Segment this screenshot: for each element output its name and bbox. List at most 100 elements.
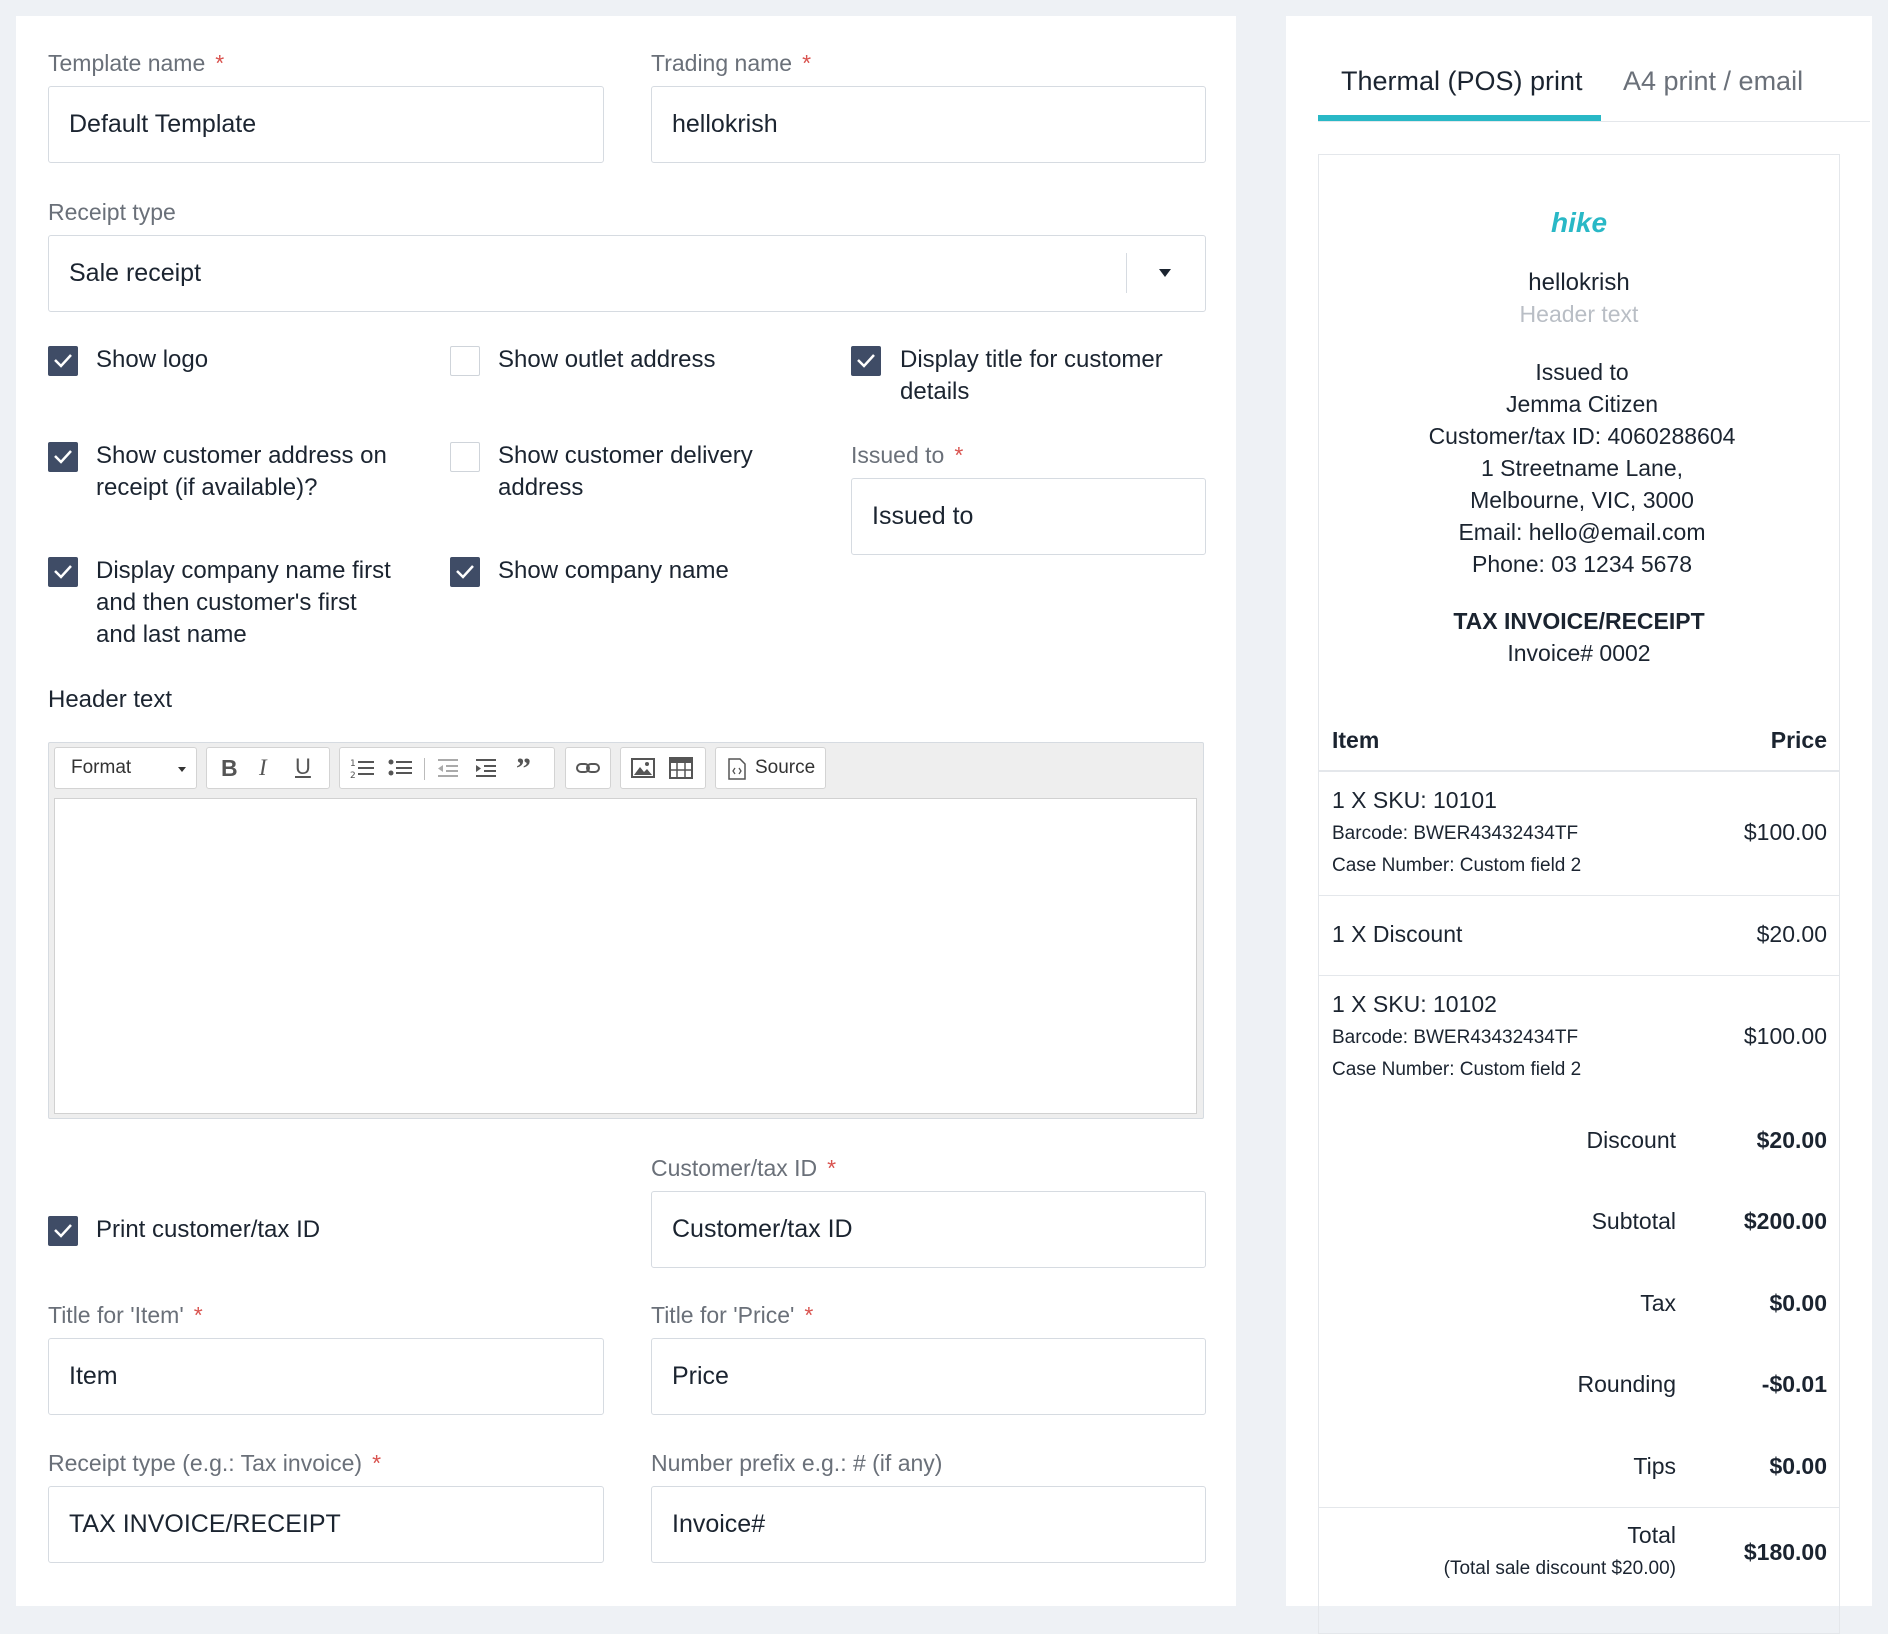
totals-value-discount: $20.00 [1756,1127,1827,1153]
insert-group [620,747,706,789]
line-item-title: 1 X SKU: 10102 [1332,991,1497,1017]
italic-icon[interactable]: I [259,755,267,781]
svg-text:1: 1 [350,759,356,769]
receipt-header-text: Header text [1519,301,1639,327]
tab-thermal-print[interactable]: Thermal (POS) print [1341,66,1583,97]
receipt-type-select[interactable]: Sale receipt [48,235,1206,312]
numbered-list-icon[interactable]: 12 [350,756,374,780]
issued-to-input[interactable]: Issued to [851,478,1206,555]
receipt-type-label: Receipt type [48,199,176,225]
receipt-doc-title: TAX INVOICE/RECEIPT [1453,608,1705,634]
receipt-col-item: Item [1332,727,1380,753]
number-prefix-input[interactable]: Invoice# [651,1486,1206,1563]
totals-value-tax: $0.00 [1769,1290,1827,1316]
underline-icon[interactable]: U [295,754,311,780]
customer-tax-id-label: Customer/tax ID * [651,1155,837,1181]
source-icon [728,758,746,780]
check-icon [54,354,72,368]
line-item-case: Case Number: Custom field 2 [1332,855,1582,876]
line-divider [1319,895,1839,896]
receipt-type-title-input[interactable]: TAX INVOICE/RECEIPT [48,1486,604,1563]
show-delivery-address-checkbox[interactable] [450,442,480,472]
tab-a4-print[interactable]: A4 print / email [1623,66,1803,97]
title-item-label: Title for 'Item' * [48,1302,203,1328]
receipt-preview-panel: Thermal (POS) print A4 print / email hik… [1286,16,1872,1634]
show-outlet-address-label: Show outlet address [498,346,716,373]
show-company-name-label: Show company name [498,557,729,584]
header-text-label: Header text [48,686,173,713]
trading-name-input[interactable]: hellokrish [651,86,1206,163]
totals-value-subtotal: $200.00 [1743,1208,1827,1234]
show-customer-address-checkbox[interactable] [48,442,78,472]
issued-to-label: Issued to * [851,442,964,468]
template-settings-form: Template name * Default Template Trading … [16,16,1236,1606]
outdent-icon[interactable] [436,756,460,780]
line-item-price: $20.00 [1756,921,1827,947]
total-label: Total [1627,1522,1676,1548]
line-item-barcode: Barcode: BWER43432434TF [1332,1027,1579,1048]
select-divider [1126,253,1127,293]
display-title-label: Display title for customer details [900,346,1163,405]
title-price-label: Title for 'Price' * [651,1302,814,1328]
number-prefix-label: Number prefix e.g.: # (if any) [651,1450,943,1476]
link-group [565,747,611,789]
template-name-input[interactable]: Default Template [48,86,604,163]
company-name-first-checkbox[interactable] [48,557,78,587]
line-item-barcode: Barcode: BWER43432434TF [1332,823,1579,844]
editor-content-area[interactable] [54,798,1197,1114]
totals-value-rounding: -$0.01 [1761,1371,1827,1397]
check-icon [54,1224,72,1238]
bullet-list-icon[interactable] [388,756,412,780]
bold-icon[interactable]: B [221,755,238,782]
check-icon [54,450,72,464]
show-outlet-address-checkbox[interactable] [450,346,480,376]
tab-divider [1318,121,1870,122]
check-icon [54,565,72,579]
show-company-name-checkbox[interactable] [450,557,480,587]
receipt-phone: Phone: 03 1234 5678 [1472,551,1692,577]
show-logo-checkbox[interactable] [48,346,78,376]
print-tax-id-checkbox[interactable] [48,1216,78,1246]
show-customer-address-label: Show customer address on receipt (if avai… [96,442,387,501]
toolbar-separator [424,758,425,780]
check-icon [857,354,875,368]
indent-icon[interactable] [474,756,498,780]
company-name-first-label: Display company name first and then custo… [96,557,391,648]
customer-tax-id-input[interactable]: Customer/tax ID [651,1191,1206,1268]
active-tab-indicator [1318,115,1601,121]
total-divider [1319,1507,1839,1508]
svg-text:2: 2 [350,771,356,780]
show-delivery-address-label: Show customer delivery address [498,442,753,501]
line-item-title: 1 X Discount [1332,921,1463,947]
receipt-tax-id: Customer/tax ID: 4060288604 [1428,423,1736,449]
total-value: $180.00 [1743,1539,1827,1565]
receipt-preview: hike hellokrish Header text Issued to Je… [1318,154,1840,1634]
totals-label-rounding: Rounding [1577,1371,1676,1397]
blockquote-icon[interactable]: ” [516,752,531,786]
line-item-case: Case Number: Custom field 2 [1332,1059,1582,1080]
print-tax-id-label: Print customer/tax ID [96,1216,321,1243]
format-dropdown[interactable]: Format [54,747,197,789]
image-icon[interactable] [631,756,655,780]
check-icon [456,565,474,579]
receipt-header-divider [1319,770,1839,772]
line-item-price: $100.00 [1743,1023,1827,1049]
hike-logo: hike [1550,207,1608,238]
source-button[interactable]: Source [715,747,826,789]
display-title-checkbox[interactable] [851,346,881,376]
receipt-business-name: hellokrish [1528,269,1630,296]
title-item-input[interactable]: Item [48,1338,604,1415]
line-divider [1319,975,1839,976]
receipt-address-line2: Melbourne, VIC, 3000 [1470,487,1694,513]
paragraph-group: 12 ” [339,747,555,789]
header-text-editor: Format B I U 12 ” Source [48,742,1204,1119]
receipt-address-line1: 1 Streetname Lane, [1480,455,1684,481]
table-icon[interactable] [669,756,693,780]
receipt-email: Email: hello@email.com [1458,519,1706,545]
title-price-input[interactable]: Price [651,1338,1206,1415]
totals-label-subtotal: Subtotal [1591,1208,1676,1234]
template-name-label: Template name * [48,50,225,76]
link-icon[interactable] [576,756,600,780]
line-item-price: $100.00 [1743,819,1827,845]
receipt-customer-name: Jemma Citizen [1505,391,1659,417]
